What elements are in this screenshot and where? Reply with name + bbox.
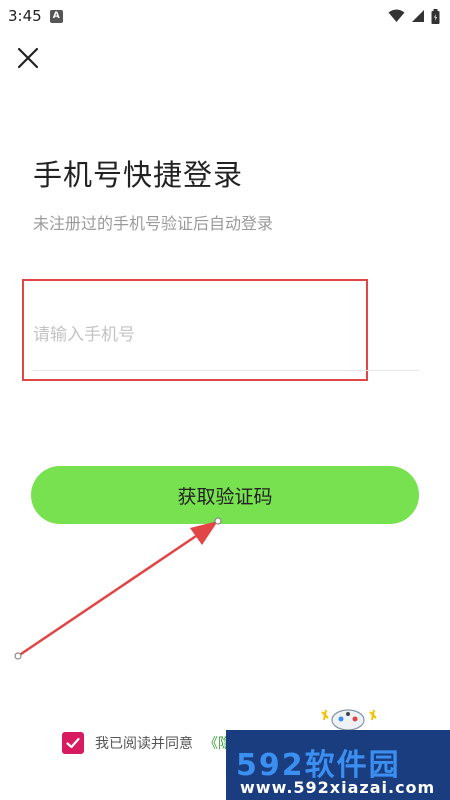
page-subtitle: 未注册过的手机号验证后自动登录 [33,214,274,233]
status-time: 3:45 [8,7,42,25]
input-underline [33,370,419,371]
battery-icon [431,8,440,24]
signal-icon [412,10,424,22]
close-button[interactable] [14,44,42,72]
close-icon [17,47,39,69]
status-bar: 3:45 A [0,0,450,32]
status-bar-right [388,8,440,24]
agreement-checkbox[interactable] [62,732,84,754]
agreement-text: 我已阅读并同意 [95,736,193,752]
page-title: 手机号快捷登录 [33,158,244,192]
get-code-label: 获取验证码 [177,485,273,508]
app-notification-icon: A [49,9,63,23]
check-icon [66,737,80,749]
get-code-button[interactable]: 获取验证码 [31,466,419,524]
gamepad-mascot-icon [321,709,377,731]
wifi-icon [388,9,405,22]
annotation-arrow [14,517,222,660]
watermark-logo: 592软件园 www.592xiazai.com [226,730,450,800]
status-bar-left: 3:45 A [8,7,63,25]
phone-input[interactable] [33,318,413,352]
agreement-row: 我已阅读并同意 《隐 [62,731,232,755]
watermark-url: www.592xiazai.com [240,778,436,797]
